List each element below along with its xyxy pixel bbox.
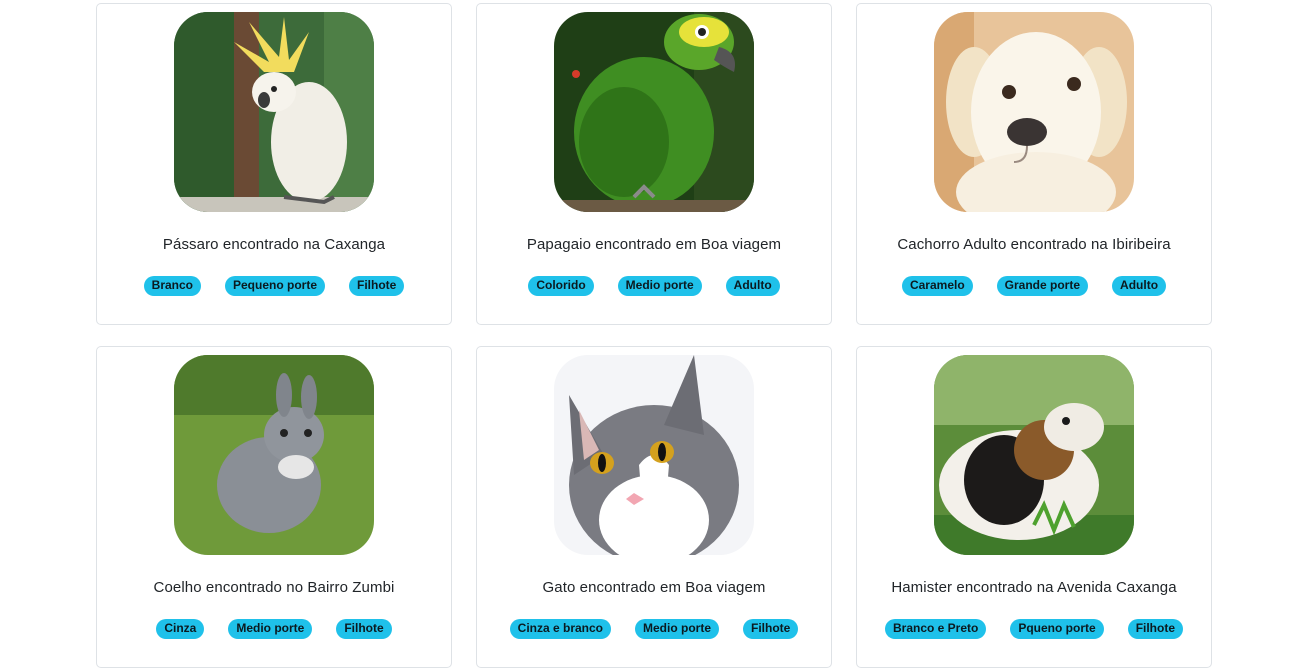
color-tag: Colorido <box>528 276 594 296</box>
pet-card[interactable]: Coelho encontrado no Bairro Zumbi Cinza … <box>96 346 452 668</box>
age-tag: Filhote <box>743 619 799 639</box>
pet-card-title: Pássaro encontrado na Caxanga <box>162 236 386 253</box>
size-tag: Medio porte <box>617 276 702 296</box>
rabbit-photo[interactable] <box>174 355 374 555</box>
tag-list: Colorido Medio porte Adulto <box>477 276 831 296</box>
tag-list: Branco Pequeno porte Filhote <box>97 276 451 296</box>
pet-card-title: Papagaio encontrado em Boa viagem <box>526 236 782 253</box>
pet-card[interactable]: Papagaio encontrado em Boa viagem Colori… <box>476 3 832 325</box>
pet-card[interactable]: Gato encontrado em Boa viagem Cinza e br… <box>476 346 832 668</box>
color-tag: Branco <box>143 276 201 296</box>
pet-card-title: Gato encontrado em Boa viagem <box>542 579 766 596</box>
age-tag: Adulto <box>1112 276 1167 296</box>
puppy-photo[interactable] <box>934 12 1134 212</box>
size-tag: Pequeno porte <box>225 276 326 296</box>
size-tag: Medio porte <box>635 619 720 639</box>
parrot-photo[interactable] <box>554 12 754 212</box>
pet-card-title: Cachorro Adulto encontrado na Ibiribeira <box>897 236 1171 253</box>
pet-card[interactable]: Pássaro encontrado na Caxanga Branco Peq… <box>96 3 452 325</box>
pet-card-title: Coelho encontrado no Bairro Zumbi <box>153 579 395 596</box>
pet-card-grid: Pássaro encontrado na Caxanga Branco Peq… <box>96 3 1212 668</box>
color-tag: Cinza <box>156 619 205 639</box>
size-tag: Pqueno porte <box>1010 619 1104 639</box>
age-tag: Filhote <box>1127 619 1184 639</box>
color-tag: Caramelo <box>901 276 973 296</box>
color-tag: Cinza e branco <box>509 619 612 639</box>
cat-photo[interactable] <box>554 355 754 555</box>
tag-list: Cinza e branco Medio porte Filhote <box>477 619 831 639</box>
age-tag: Filhote <box>349 276 405 296</box>
age-tag: Adulto <box>725 276 780 296</box>
tag-list: Branco e Preto Pqueno porte Filhote <box>857 619 1211 639</box>
pet-card-title: Hamister encontrado na Avenida Caxanga <box>891 579 1177 596</box>
tag-list: Caramelo Grande porte Adulto <box>857 276 1211 296</box>
pet-card[interactable]: Cachorro Adulto encontrado na Ibiribeira… <box>856 3 1212 325</box>
guinea-pig-photo[interactable] <box>934 355 1134 555</box>
age-tag: Filhote <box>336 619 392 639</box>
color-tag: Branco e Preto <box>884 619 987 639</box>
size-tag: Medio porte <box>228 619 313 639</box>
cockatoo-photo[interactable] <box>174 12 374 212</box>
size-tag: Grande porte <box>996 276 1089 296</box>
tag-list: Cinza Medio porte Filhote <box>97 619 451 639</box>
pet-card[interactable]: Hamister encontrado na Avenida Caxanga B… <box>856 346 1212 668</box>
